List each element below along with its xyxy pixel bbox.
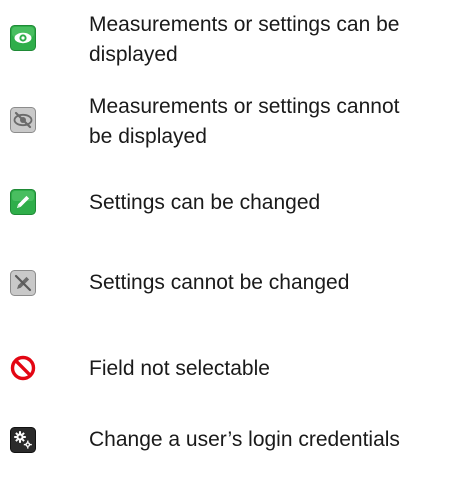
legend-text: Field not selectable [89,357,270,380]
pencil-disabled-icon [10,270,36,296]
legend-text: Measurements or settings cannot be displ… [89,92,449,152]
pencil-edit-icon [10,189,36,215]
icon-legend: Measurements or settings can be displaye… [0,0,454,483]
gears-icon [10,427,36,453]
eye-visible-icon [10,25,36,51]
legend-text-line: Measurements or settings can be [89,13,400,36]
legend-text: Change a user’s login credentials [89,428,400,451]
legend-text-line: be displayed [89,125,207,148]
legend-row-not-selectable: Field not selectable [0,352,454,392]
legend-text-line: displayed [89,43,178,66]
legend-text: Measurements or settings can be displaye… [89,10,449,70]
legend-row-edit-allowed: Settings can be changed [0,186,454,226]
legend-row-display-allowed: Measurements or settings can be displaye… [0,8,454,72]
prohibited-icon [10,355,36,381]
legend-text: Settings cannot be changed [89,271,350,294]
legend-row-change-credentials: Change a user’s login credentials [0,422,454,462]
legend-text: Settings can be changed [89,191,321,214]
legend-row-edit-denied: Settings cannot be changed [0,264,454,304]
legend-row-display-denied: Measurements or settings cannot be displ… [0,84,454,148]
legend-text-line: Measurements or settings cannot [89,95,400,118]
eye-hidden-icon [10,107,36,133]
